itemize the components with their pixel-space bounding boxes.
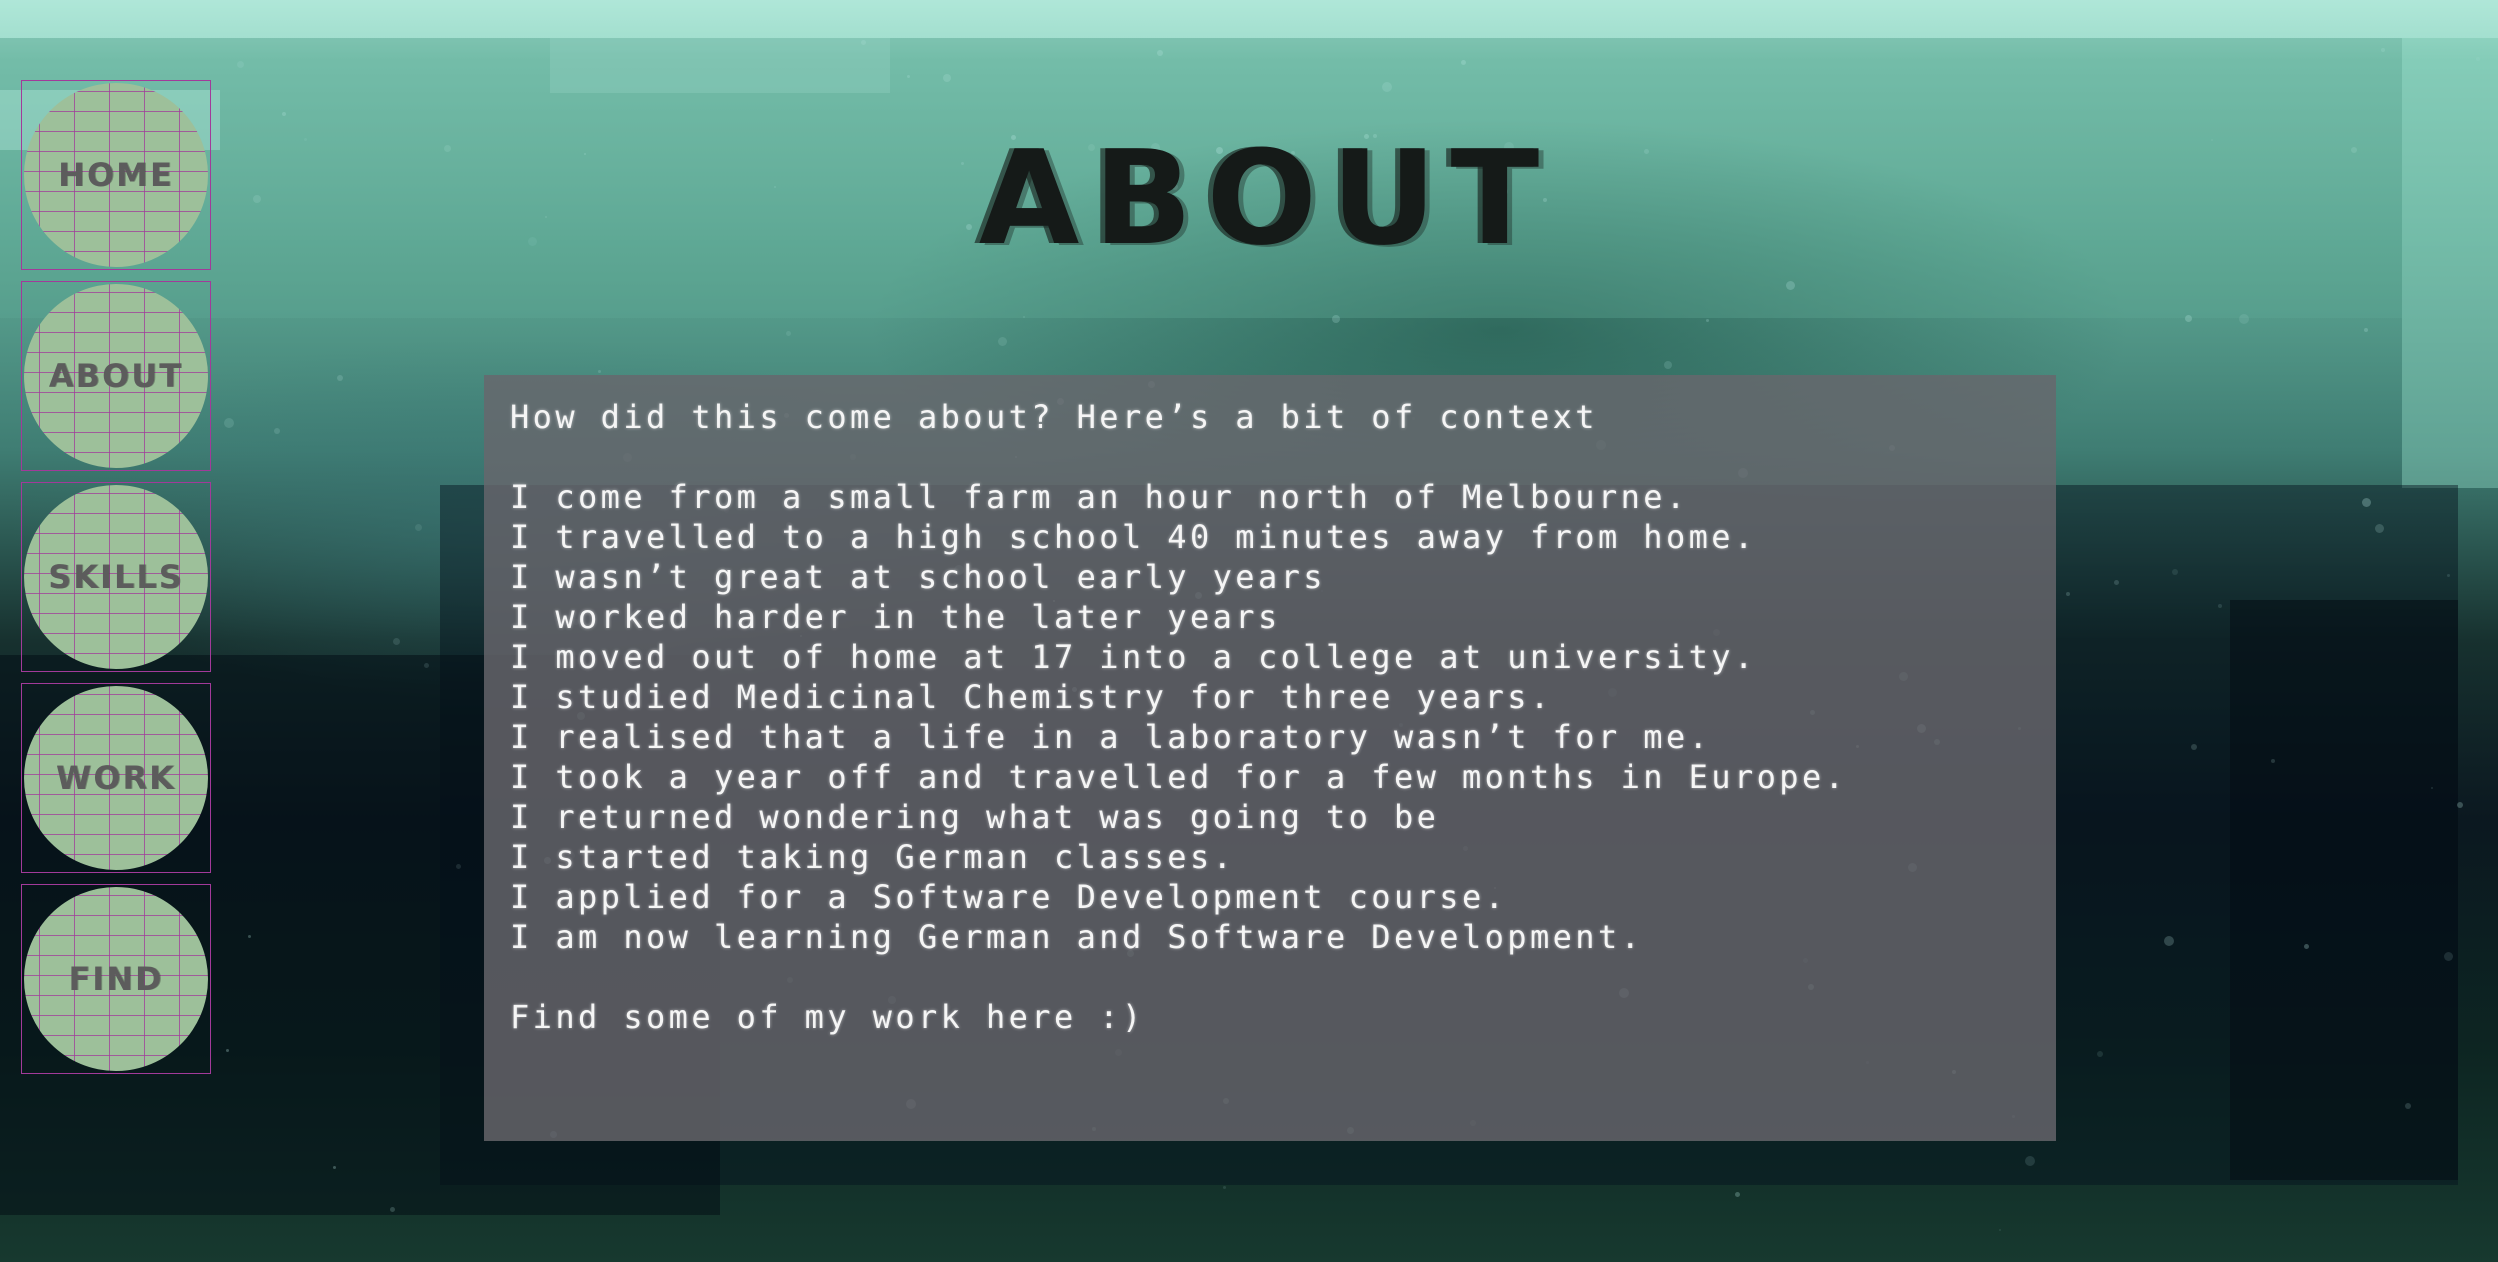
raindrop	[943, 74, 951, 82]
raindrop	[2362, 498, 2371, 507]
about-line: I started taking German classes.	[510, 838, 1236, 876]
raindrop	[248, 935, 251, 938]
nav-skills-label: SKILLS	[48, 558, 184, 596]
about-line: I took a year off and travelled for a fe…	[510, 758, 1848, 796]
nav-skills-button[interactable]: SKILLS	[21, 482, 211, 672]
background-band	[2402, 38, 2498, 488]
nav-circle: FIND	[24, 887, 208, 1071]
raindrop	[1786, 281, 1795, 290]
raindrop	[253, 195, 261, 203]
raindrop	[2164, 936, 2174, 946]
about-line: I returned wondering what was going to b…	[510, 798, 1440, 836]
raindrop	[456, 864, 461, 869]
raindrop	[337, 375, 343, 381]
about-line: I applied for a Software Development cou…	[510, 878, 1508, 916]
about-line: I come from a small farm an hour north o…	[510, 478, 1689, 516]
raindrop	[2444, 952, 2453, 961]
raindrop	[1157, 50, 1163, 56]
raindrop	[2375, 524, 2384, 533]
nav-circle: SKILLS	[24, 485, 208, 669]
raindrop	[861, 40, 866, 45]
raindrop	[598, 370, 601, 373]
nav-find-button[interactable]: FIND	[21, 884, 211, 1074]
raindrop	[584, 153, 586, 155]
raindrop	[2191, 744, 2197, 750]
raindrop	[333, 1166, 336, 1169]
raindrop	[226, 1049, 229, 1052]
raindrop	[1461, 60, 1466, 65]
raindrop	[1664, 361, 1672, 369]
nav-circle: ABOUT	[24, 284, 208, 468]
raindrop	[2172, 569, 2178, 575]
about-line: I am now learning German and Software De…	[510, 918, 1644, 956]
raindrop	[274, 428, 280, 434]
nav-home-button[interactable]: HOME	[21, 80, 211, 270]
nav-work-label: WORK	[56, 759, 176, 797]
raindrop	[528, 237, 537, 246]
raindrop	[2405, 1103, 2411, 1109]
raindrop	[2476, 57, 2480, 61]
raindrop	[907, 75, 910, 78]
raindrop	[2025, 1156, 2035, 1166]
raindrop	[393, 638, 400, 645]
intro-text: How did this come about? Here’s a bit of…	[510, 398, 1598, 436]
outro-link-text[interactable]: Find some of my work here :)	[510, 997, 2030, 1037]
raindrop	[2114, 580, 2119, 585]
raindrop	[1332, 315, 1340, 323]
raindrop	[2431, 787, 2433, 789]
about-line: I worked harder in the later years	[510, 598, 1281, 636]
raindrop	[2211, 139, 2213, 141]
nav-circle: HOME	[24, 83, 208, 267]
about-line: I studied Medicinal Chemistry for three …	[510, 678, 1553, 716]
about-line: I travelled to a high school 40 minutes …	[510, 518, 1757, 556]
raindrop	[774, 186, 776, 188]
nav-work-button[interactable]: WORK	[21, 683, 211, 873]
raindrop	[1644, 149, 1649, 154]
about-line: I realised that a life in a laboratory w…	[510, 718, 1712, 756]
raindrop	[1223, 1186, 1226, 1189]
about-line: I moved out of home at 17 into a college…	[510, 638, 1757, 676]
background-band	[550, 38, 890, 93]
raindrop	[390, 1207, 395, 1212]
nav-about-button[interactable]: ABOUT	[21, 281, 211, 471]
raindrop	[2066, 592, 2070, 596]
raindrop	[2239, 314, 2249, 324]
raindrop	[1023, 316, 1025, 318]
raindrop	[998, 337, 1007, 346]
raindrop	[2185, 315, 2192, 322]
raindrop	[237, 61, 244, 68]
raindrop	[786, 331, 791, 336]
about-line: I wasn’t great at school early years	[510, 558, 1326, 596]
background-band	[0, 0, 2498, 38]
raindrop	[2351, 147, 2357, 153]
raindrop	[545, 216, 547, 218]
raindrop	[1735, 1192, 1740, 1197]
raindrop	[2364, 328, 2368, 332]
raindrop	[415, 524, 422, 531]
nav-about-label: ABOUT	[48, 357, 184, 395]
raindrop	[1382, 82, 1392, 92]
raindrop	[2457, 802, 2463, 808]
about-panel: How did this come about? Here’s a bit of…	[484, 375, 2056, 1141]
raindrop	[2447, 574, 2450, 577]
raindrop	[304, 138, 307, 141]
raindrop	[2097, 1051, 2103, 1057]
raindrop	[224, 418, 234, 428]
raindrop	[1999, 1229, 2001, 1231]
raindrop	[282, 112, 286, 116]
nav-find-label: FIND	[68, 960, 164, 998]
nav-home-label: HOME	[58, 156, 174, 194]
background-band	[2230, 600, 2458, 1180]
raindrop	[444, 145, 451, 152]
raindrop	[2271, 759, 2275, 763]
raindrop	[2381, 48, 2385, 52]
raindrop	[2218, 604, 2222, 608]
raindrop	[2304, 944, 2309, 949]
raindrop	[1706, 319, 1709, 322]
nav-circle: WORK	[24, 686, 208, 870]
raindrop	[424, 663, 429, 668]
page-title: ABOUT	[978, 122, 1554, 274]
